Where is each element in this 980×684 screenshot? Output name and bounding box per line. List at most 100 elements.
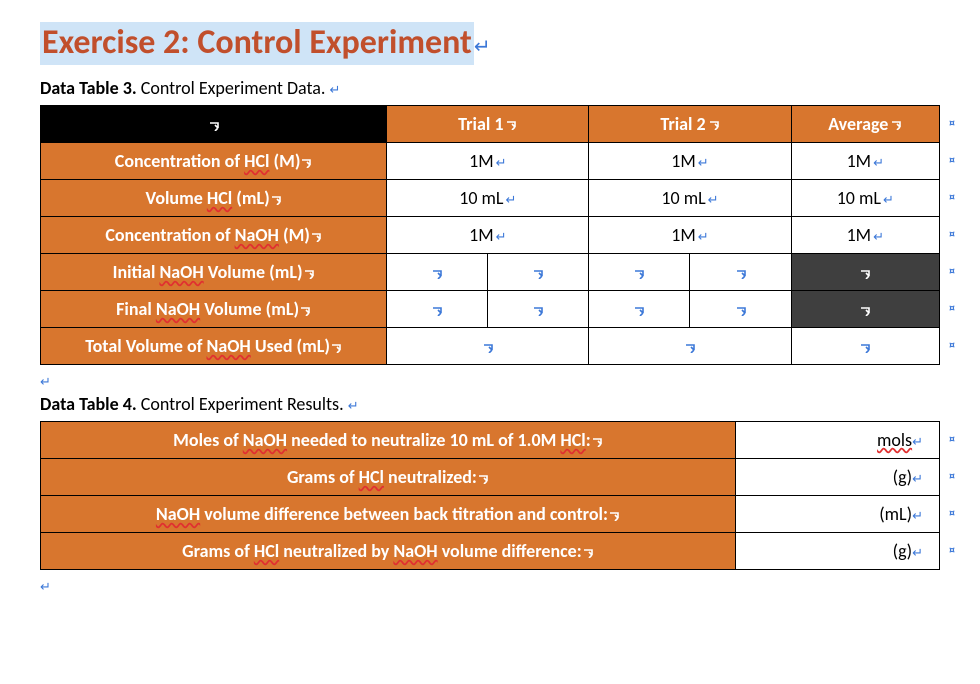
cell-mark-icon [431,266,443,281]
t3-r2-avg[interactable]: 10 mL↵¤ [791,180,939,217]
t3-r4-t1b[interactable] [488,254,589,291]
row-end-mark-icon: ¤ [949,117,955,131]
cell-mark-icon [735,303,747,318]
t4-r1-label: Moles of NaOH needed to neutralize 10 mL… [41,422,736,459]
paragraph-mark-icon: ↵ [912,471,923,487]
paragraph-mark-icon: ↵ [708,192,719,208]
paragraph-mark-icon: ↵ [496,155,507,171]
t3-r1-trial1[interactable]: 1M↵ [387,143,589,180]
table3-header-blank [41,106,387,143]
cell-mark-icon [431,303,443,318]
cell-mark-icon [735,266,747,281]
row-end-mark-icon: ¤ [949,228,955,242]
cell-mark-icon [708,117,720,132]
data-table-4: Moles of NaOH needed to neutralize 10 mL… [40,421,940,570]
cell-mark-icon [300,155,312,170]
paragraph-mark-icon: ↵ [496,229,507,245]
title-text: Exercise 2: Control Experiment [40,22,474,65]
paragraph-mark-icon: ↵ [506,192,517,208]
cell-mark-icon [330,340,342,355]
table-row: Total Volume of NaOH Used (mL) ¤ [41,328,940,365]
t3-r2-trial2[interactable]: 10 mL↵ [589,180,791,217]
t3-r6-trial2[interactable] [589,328,791,365]
table-row: Final NaOH Volume (mL) ¤ [41,291,940,328]
table-row: NaOH volume difference between back titr… [41,496,940,533]
table4-caption-bold: Data Table 4. [40,393,137,415]
table-row: Grams of HCl neutralized: (g)↵¤ [41,459,940,496]
table-row: Initial NaOH Volume (mL) ¤ [41,254,940,291]
cell-mark-icon [532,303,544,318]
table3-header-trial2: Trial 2 [589,106,791,143]
t4-r1-value[interactable]: mols↵¤ [735,422,939,459]
t3-r5-avg: ¤ [791,291,939,328]
cell-mark-icon [859,303,871,318]
t4-r2-label: Grams of HCl neutralized: [41,459,736,496]
t3-r3-avg[interactable]: 1M↵¤ [791,217,939,254]
row-label: Concentration of HCl (M) [41,143,387,180]
table4-caption-rest: Control Experiment Results. [137,393,344,415]
cell-mark-icon [608,508,620,523]
t4-r2-value[interactable]: (g)↵¤ [735,459,939,496]
cell-mark-icon [859,340,871,355]
cell-mark-icon [505,117,517,132]
table3-header-average: Average ¤ [791,106,939,143]
t3-r3-trial1[interactable]: 1M↵ [387,217,589,254]
row-end-mark-icon: ¤ [949,470,955,484]
cell-mark-icon [303,266,315,281]
table3-caption: Data Table 3. Control Experiment Data. ↵ [40,77,940,99]
paragraph-mark-icon: ↵ [883,192,894,208]
cell-mark-icon [299,303,311,318]
table-row: Concentration of HCl (M) 1M↵ 1M↵ 1M↵¤ [41,143,940,180]
paragraph-mark-icon: ↵ [474,34,491,59]
t3-r6-trial1[interactable] [387,328,589,365]
cell-mark-icon [310,229,322,244]
row-end-mark-icon: ¤ [949,154,955,168]
t3-r4-t2a[interactable] [589,254,690,291]
t3-r5-t2a[interactable] [589,291,690,328]
document-page: Exercise 2: Control Experiment↵ Data Tab… [0,0,980,618]
t4-r3-value[interactable]: (mL)↵¤ [735,496,939,533]
cell-mark-icon [270,192,282,207]
blank-paragraph: ↵ [40,574,940,596]
row-label: Final NaOH Volume (mL) [41,291,387,328]
paragraph-mark-icon: ↵ [873,229,884,245]
t3-r5-t1a[interactable] [387,291,488,328]
t4-r4-label: Grams of HCl neutralized by NaOH volume … [41,533,736,570]
paragraph-mark-icon: ↵ [348,398,359,414]
paragraph-mark-icon: ↵ [912,434,923,450]
table-row: Moles of NaOH needed to neutralize 10 mL… [41,422,940,459]
t3-r4-t2b[interactable] [690,254,791,291]
cell-mark-icon [684,340,696,355]
paragraph-mark-icon: ↵ [698,229,709,245]
t3-r1-avg[interactable]: 1M↵¤ [791,143,939,180]
cell-mark-icon [582,545,594,560]
paragraph-mark-icon: ↵ [330,82,341,98]
t3-r5-t1b[interactable] [488,291,589,328]
blank-paragraph: ↵ [40,369,940,391]
table3-caption-bold: Data Table 3. [40,77,137,99]
row-label: Initial NaOH Volume (mL) [41,254,387,291]
row-end-mark-icon: ¤ [949,265,955,279]
table4-caption: Data Table 4. Control Experiment Results… [40,393,940,415]
paragraph-mark-icon: ↵ [912,545,923,561]
t3-r3-trial2[interactable]: 1M↵ [589,217,791,254]
cell-mark-icon [859,266,871,281]
paragraph-mark-icon: ↵ [40,579,51,595]
t3-r5-t2b[interactable] [690,291,791,328]
t3-r2-trial1[interactable]: 10 mL↵ [387,180,589,217]
cell-mark-icon [477,471,489,486]
paragraph-mark-icon: ↵ [40,374,51,390]
cell-mark-icon [482,340,494,355]
row-label: Concentration of NaOH (M) [41,217,387,254]
t3-r4-avg: ¤ [791,254,939,291]
t3-r4-t1a[interactable] [387,254,488,291]
row-end-mark-icon: ¤ [949,191,955,205]
t4-r4-value[interactable]: (g)↵¤ [735,533,939,570]
row-label: Volume HCl (mL) [41,180,387,217]
row-end-mark-icon: ¤ [949,339,955,353]
t3-r1-trial2[interactable]: 1M↵ [589,143,791,180]
table-row: Volume HCl (mL) 10 mL↵ 10 mL↵ 10 mL↵¤ [41,180,940,217]
t3-r6-avg[interactable]: ¤ [791,328,939,365]
exercise-title: Exercise 2: Control Experiment↵ [40,22,940,63]
table3-header-row: Trial 1 Trial 2 Average ¤ [41,106,940,143]
